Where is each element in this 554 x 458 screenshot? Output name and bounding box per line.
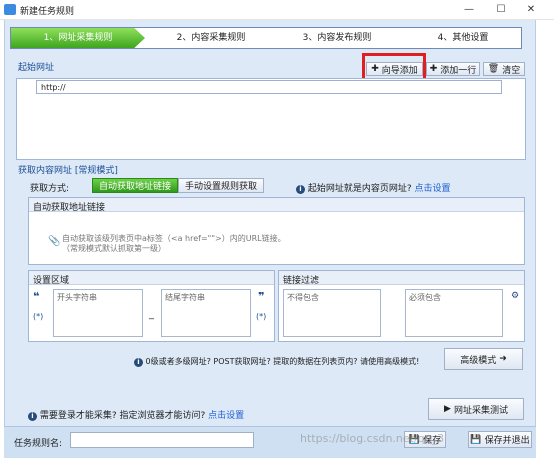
auto-links-header: 自动获取地址链接	[29, 198, 524, 213]
watermark: https://blog.csdn.net/qq_3	[300, 432, 445, 445]
step-url-rules[interactable]: 1、网址采集规则	[11, 28, 145, 48]
trash-icon: 🗑	[487, 64, 500, 74]
method-label: 获取方式:	[30, 184, 70, 194]
paperclip-icon: 📎	[48, 236, 61, 247]
clear-button[interactable]: 🗑 清空	[483, 62, 525, 76]
wildcard-star-right: (*)	[256, 312, 267, 321]
plus-icon: ✚	[429, 64, 438, 74]
content-page-settings-link[interactable]: 点击设置	[415, 184, 451, 194]
wildcard-star-left: (*)	[33, 312, 44, 321]
add-row-button[interactable]: ✚ 添加一行	[426, 62, 480, 76]
save-exit-button[interactable]: 💾 保存并退出	[468, 431, 532, 448]
url-collect-test-button[interactable]: ▶ 网址采集测试	[428, 398, 524, 420]
step-other-settings[interactable]: 4、其他设置	[403, 28, 523, 48]
step-content-rules[interactable]: 2、内容采集规则	[151, 28, 271, 48]
rule-name-label: 任务规则名:	[14, 439, 63, 449]
background-app-strip	[537, 20, 554, 458]
close-quote-icon: ❞	[258, 290, 265, 303]
app-icon	[4, 4, 16, 15]
start-url-title: 起始网址	[18, 63, 55, 73]
minimize-button[interactable]: —	[452, 0, 486, 20]
close-button[interactable]: ✕	[514, 0, 548, 20]
title-bar: 新建任务规则 — ☐ ✕	[0, 0, 554, 20]
region-header: 设置区域	[29, 271, 274, 286]
link-filter-header: 链接过滤	[279, 271, 524, 286]
save-icon: 💾	[470, 434, 482, 445]
content-url-title: 获取内容网址 [常规模式]	[18, 166, 118, 176]
tab-manual-rules[interactable]: 手动设置规则获取	[178, 178, 264, 193]
tab-auto-links[interactable]: 自动获取地址链接	[92, 178, 178, 193]
content-page-question: i 起始网址就是内容页网址? 点击设置	[296, 181, 451, 194]
maximize-button[interactable]: ☐	[484, 0, 518, 20]
arrow-right-icon: ➜	[499, 354, 507, 364]
step-publish-rules[interactable]: 3、内容发布规则	[277, 28, 397, 48]
login-question: i 需要登录才能采集? 指定浏览器才能访问? 点击设置	[28, 408, 244, 421]
gear-icon[interactable]: ⚙	[511, 291, 519, 301]
region-end-textarea[interactable]: 结尾字符串	[161, 289, 251, 337]
advanced-mode-button[interactable]: 高级模式 ➜	[444, 348, 523, 370]
window-title: 新建任务规则	[20, 7, 75, 17]
step-wizard: 1、网址采集规则 2、内容采集规则 3、内容发布规则 4、其他设置	[10, 27, 522, 49]
info-icon: i	[134, 358, 143, 367]
advanced-question: i 0级或者多级网址? POST获取网址? 提取的数据在列表页内? 请使用高级模…	[134, 356, 419, 367]
auto-hint-line2: （常规模式默认抓取第一级）	[62, 244, 166, 253]
filter-include-textarea[interactable]: 必须包含	[405, 289, 503, 337]
open-quote-icon: ❝	[33, 290, 40, 303]
filter-exclude-textarea[interactable]: 不得包含	[283, 289, 381, 337]
region-start-textarea[interactable]: 开头字符串	[53, 289, 143, 337]
region-dash: _	[149, 309, 154, 320]
info-icon: i	[296, 185, 305, 194]
info-icon: i	[28, 412, 37, 421]
rule-name-input[interactable]	[70, 432, 254, 448]
play-icon: ▶	[444, 404, 451, 414]
start-url-input[interactable]: http://	[36, 80, 502, 94]
login-settings-link[interactable]: 点击设置	[208, 411, 244, 421]
